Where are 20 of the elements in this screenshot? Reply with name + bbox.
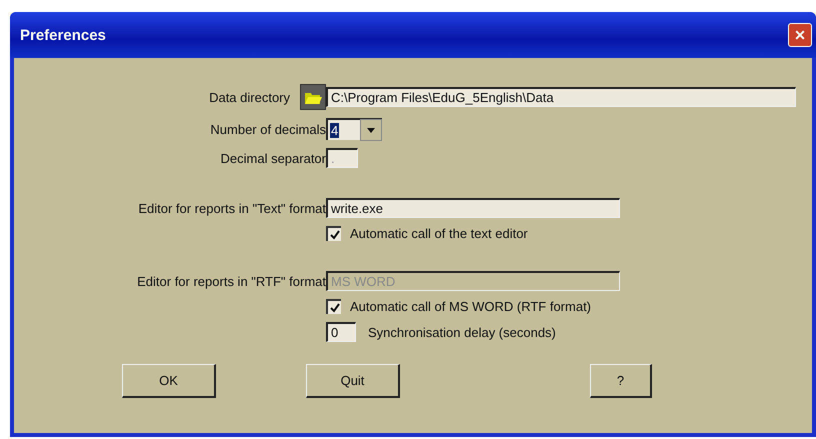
field-label: Number of decimals xyxy=(210,122,326,136)
checkbox[interactable] xyxy=(326,226,341,241)
field-label: Editor for reports in "Text" format xyxy=(138,200,326,216)
field-label: Synchronisation delay (seconds) xyxy=(368,324,556,340)
dialog-button[interactable]: ? xyxy=(590,364,652,398)
dialog-button[interactable]: OK xyxy=(122,364,216,398)
decimals-dropdown[interactable]: 4 xyxy=(326,118,382,140)
window-title: Preferences xyxy=(20,26,106,44)
field-label: Editor for reports in "RTF" format xyxy=(137,274,326,288)
delay-field[interactable]: 0 xyxy=(326,322,356,342)
field-label: Decimal separator xyxy=(220,150,326,166)
checkbox[interactable] xyxy=(326,299,341,314)
close-button[interactable]: × xyxy=(788,23,812,47)
folder-button[interactable] xyxy=(300,84,326,110)
field-label: Data directory xyxy=(209,90,290,104)
dialog-button[interactable]: Quit xyxy=(306,364,400,398)
directory-field[interactable]: C:\Program Files\EduG_5English\Data xyxy=(326,87,796,107)
text-editor-field[interactable]: write.exe xyxy=(326,198,620,218)
checkbox-label: Automatic call of the text editor xyxy=(350,226,528,241)
checkbox-label: Automatic call of MS WORD (RTF format) xyxy=(350,299,592,314)
